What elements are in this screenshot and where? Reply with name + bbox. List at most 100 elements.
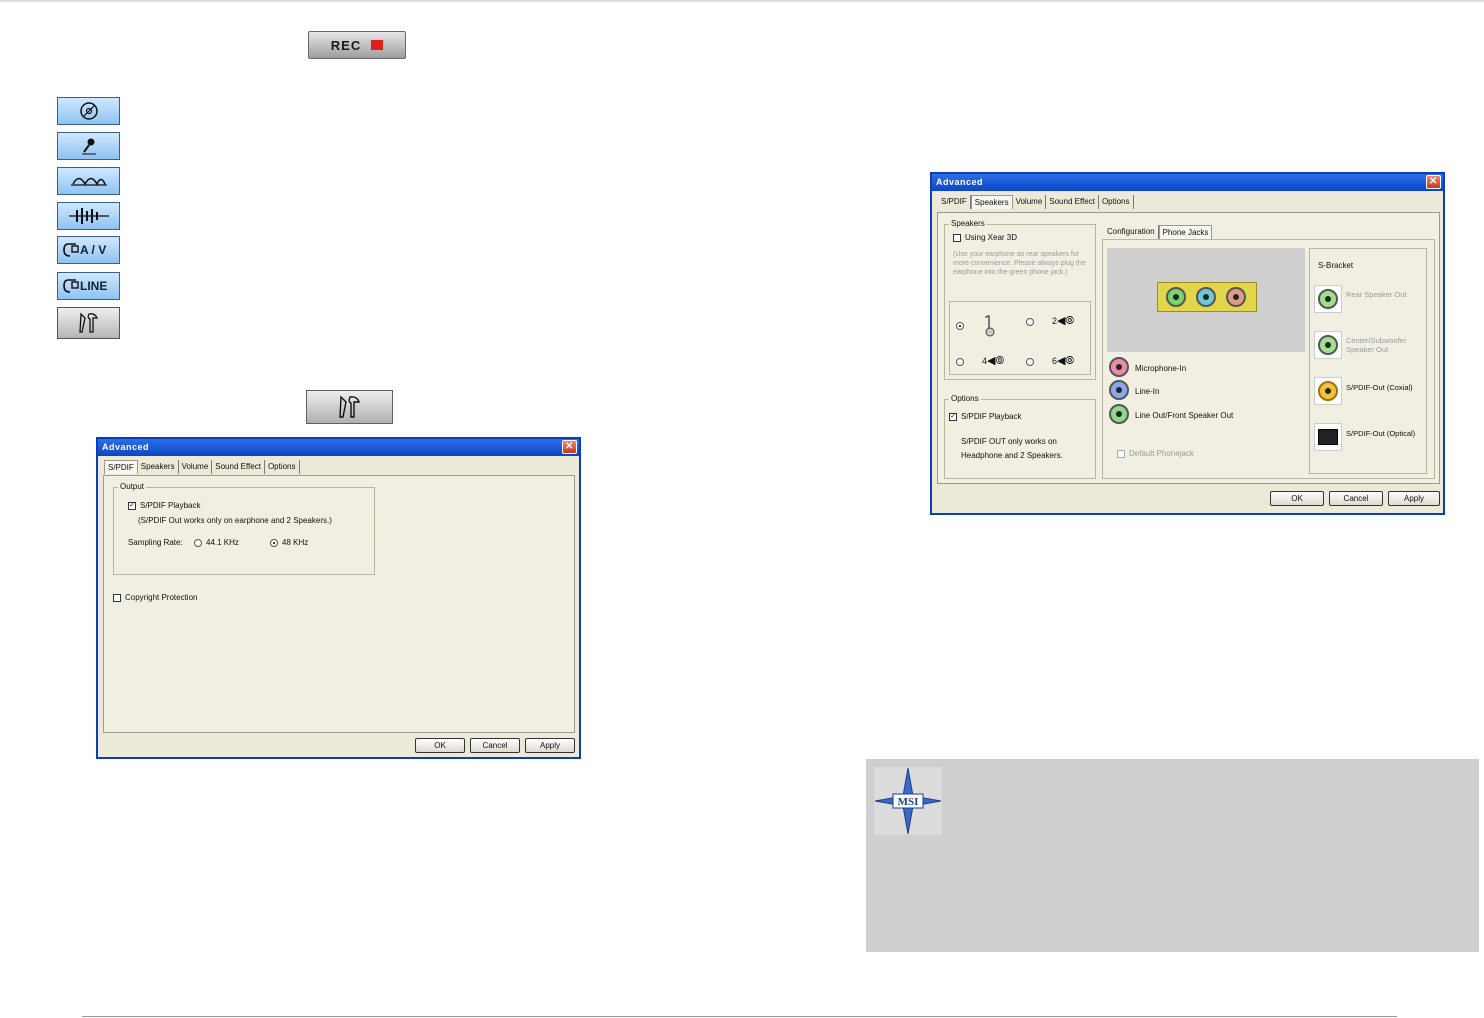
center-sub-box — [1314, 331, 1342, 359]
rec-button[interactable]: REC — [308, 31, 406, 59]
copyright-row[interactable]: Copyright Protection — [113, 593, 197, 602]
equalizer-icon — [68, 208, 109, 224]
apply-button[interactable]: Apply — [1388, 491, 1440, 506]
ok-button[interactable]: OK — [1270, 491, 1324, 506]
wave-button[interactable] — [57, 167, 120, 195]
tab-spdif[interactable]: S/PDIF — [104, 460, 138, 474]
rate-48-label: 48 KHz — [282, 538, 309, 547]
microphone-button[interactable] — [57, 132, 120, 160]
advanced-dialog-speakers: Advanced ✕ S/PDIF Speakers Volume Sound … — [930, 172, 1445, 515]
options-group: Options ✓ S/PDIF Playback S/PDIF OUT only… — [944, 394, 1096, 479]
dialog-titlebar: Advanced ✕ — [98, 439, 579, 456]
tab-volume[interactable]: Volume — [179, 460, 213, 474]
bottom-rule — [82, 1016, 1397, 1017]
line-out-jack-icon — [1109, 404, 1129, 424]
s-bracket-label: S-Bracket — [1318, 261, 1354, 270]
tab-volume[interactable]: Volume — [1013, 195, 1047, 209]
tab-panel: Output ✓ S/PDIF Playback (S/PDIF Out work… — [103, 475, 575, 733]
page: REC A / V LINE Advanced ✕ S/PDIF Speaker… — [0, 0, 1484, 1018]
six-speakers-option[interactable]: 6◀⦾ — [1026, 354, 1074, 368]
tab-sound-effect[interactable]: Sound Effect — [212, 460, 265, 474]
spdif-optical-label: S/PDIF-Out (Optical) — [1346, 429, 1416, 438]
coaxial-jack-icon — [1318, 381, 1338, 401]
av-label: A / V — [80, 243, 107, 257]
top-rule — [0, 0, 1484, 3]
tab-options[interactable]: Options — [265, 460, 300, 474]
cancel-button[interactable]: Cancel — [470, 738, 520, 753]
four-speakers-radio[interactable] — [956, 357, 964, 366]
speaker-icon: ◀⦾ — [987, 355, 1005, 367]
spdif-playback-checkbox[interactable]: ✓ — [949, 412, 957, 421]
equalizer-button[interactable] — [57, 202, 120, 230]
center-sub-label: Center/Subwoofer Speaker Out — [1346, 336, 1407, 354]
dialog-title: Advanced — [936, 177, 984, 187]
spdif-coaxial-label: S/PDIF-Out (Coxial) — [1346, 383, 1413, 392]
rate-48-radio[interactable] — [270, 538, 278, 547]
pink-jack-icon — [1226, 287, 1246, 307]
disc-icon — [79, 102, 98, 120]
tools-button[interactable] — [57, 307, 120, 339]
speakers-group-label: Speakers — [949, 219, 987, 228]
output-group-label: Output — [118, 482, 147, 491]
two-speakers-radio[interactable] — [1026, 317, 1034, 326]
close-icon[interactable]: ✕ — [562, 440, 577, 454]
tab-spdif[interactable]: S/PDIF — [938, 195, 971, 209]
s-bracket-group: S-Bracket Rear Speaker Out Center/Subwoo… — [1309, 248, 1427, 474]
two-speakers-option[interactable]: 2◀⦾ — [1026, 314, 1074, 328]
rear-speaker-label: Rear Speaker Out — [1346, 290, 1407, 299]
close-icon[interactable]: ✕ — [1426, 175, 1441, 189]
spdif-playback-checkbox[interactable]: ✓ — [128, 501, 136, 510]
output-group: Output ✓ S/PDIF Playback (S/PDIF Out work… — [113, 482, 375, 575]
tab-speakers[interactable]: Speakers — [970, 195, 1013, 209]
using-xear-row[interactable]: Using Xear 3D — [953, 233, 1017, 242]
optical-box — [1314, 423, 1342, 451]
tab-speakers[interactable]: Speakers — [138, 460, 179, 474]
sampling-rate-label: Sampling Rate: — [128, 538, 183, 547]
line-button[interactable]: LINE — [57, 272, 120, 300]
microphone-in-label: Microphone-In — [1135, 364, 1187, 373]
svg-text:MSI: MSI — [898, 796, 919, 808]
tab-options[interactable]: Options — [1099, 195, 1134, 209]
flag-icon — [371, 40, 384, 50]
microphone-icon — [81, 138, 96, 155]
default-phonejack-row[interactable]: Default Phonejack — [1117, 449, 1194, 458]
note-box: MSI — [866, 759, 1479, 952]
subtab-phone-jacks[interactable]: Phone Jacks — [1158, 225, 1213, 239]
speakers-group: Speakers Using Xear 3D (Use your earphon… — [944, 219, 1096, 380]
spdif-playback-label: S/PDIF Playback — [140, 501, 201, 510]
subtab-configuration[interactable]: Configuration — [1104, 225, 1159, 239]
apply-button[interactable]: Apply — [525, 738, 575, 753]
line-plug-icon — [63, 279, 79, 293]
av-button[interactable]: A / V — [57, 236, 120, 264]
rate-441-radio[interactable] — [194, 538, 202, 547]
four-speakers-option[interactable]: 4◀⦾ — [956, 354, 1004, 368]
earphone-icon — [985, 315, 995, 337]
earphone-option[interactable] — [956, 314, 996, 338]
copyright-label: Copyright Protection — [125, 593, 198, 602]
rear-jack-board — [1157, 282, 1257, 312]
line-in-label: Line-In — [1135, 387, 1160, 396]
earphone-radio[interactable] — [956, 322, 964, 330]
speaker-icon: ◀⦾ — [1057, 315, 1075, 327]
rate-441-label: 44.1 KHz — [206, 538, 239, 547]
cancel-button[interactable]: Cancel — [1329, 491, 1383, 506]
default-phonejack-checkbox[interactable] — [1117, 449, 1125, 458]
six-speakers-radio[interactable] — [1026, 357, 1034, 366]
rate-48-option[interactable]: 48 KHz — [270, 538, 308, 547]
advanced-tools-button[interactable] — [306, 390, 393, 424]
tab-bar: S/PDIF Speakers Volume Sound Effect Opti… — [98, 456, 579, 474]
spdif-note: (S/PDIF Out works only on earphone and 2… — [138, 516, 332, 525]
speaker-count-box: 2◀⦾ 4◀⦾ 6◀⦾ — [949, 301, 1091, 375]
using-xear-checkbox[interactable] — [953, 233, 961, 242]
rate-441-option[interactable]: 44.1 KHz — [194, 538, 239, 547]
optical-jack-icon — [1318, 429, 1338, 445]
ok-button[interactable]: OK — [415, 738, 465, 753]
advanced-dialog-spdif: Advanced ✕ S/PDIF Speakers Volume Sound … — [96, 437, 581, 759]
copyright-checkbox[interactable] — [113, 593, 121, 602]
tab-sound-effect[interactable]: Sound Effect — [1046, 195, 1099, 209]
phone-jacks-panel: Microphone-In Line-In Line Out/Front Spe… — [1102, 239, 1435, 479]
disc-button[interactable] — [57, 97, 120, 125]
spdif-playback-row[interactable]: ✓ S/PDIF Playback — [128, 501, 200, 510]
coaxial-box — [1314, 377, 1342, 405]
spdif-playback-row[interactable]: ✓ S/PDIF Playback — [949, 412, 1021, 421]
